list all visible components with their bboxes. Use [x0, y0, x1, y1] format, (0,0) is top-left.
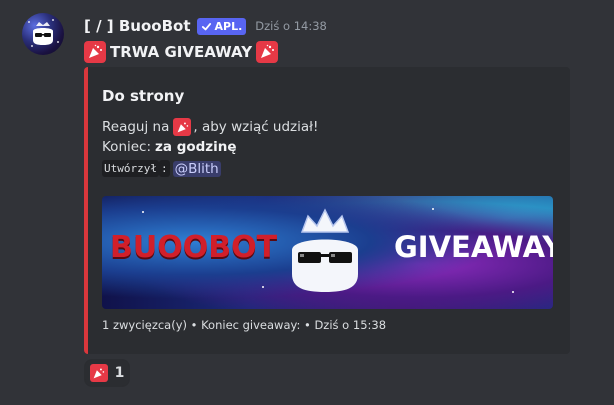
party-popper-icon [256, 41, 279, 63]
embed-react-line: Reaguj na , aby wziąć udział! [102, 118, 318, 136]
app-badge: APL. [196, 17, 247, 35]
app-badge-label: APL. [214, 19, 243, 33]
embed-creator-line: Utwórzył : @Blith [102, 160, 221, 177]
banner-giveaway-text: GIVEAWAY [394, 230, 553, 264]
banner-brand-text: BUOOBOT [110, 230, 278, 265]
party-popper-icon [84, 41, 106, 63]
reaction-button[interactable]: 1 [84, 359, 130, 387]
author-name[interactable]: [ / ] BuooBot [84, 17, 191, 35]
react-suffix: , aby wziąć udział! [193, 119, 319, 135]
giveaway-banner[interactable]: BUOOBOT GIVEAWAY [102, 196, 553, 309]
message-header: [ / ] BuooBot APL. Dziś o 14:38 [84, 17, 327, 35]
message-timestamp[interactable]: Dziś o 14:38 [255, 19, 327, 33]
reaction-count: 1 [114, 365, 125, 381]
giveaway-heading: TRWA GIVEAWAY [110, 43, 253, 61]
giveaway-embed: Do strony Reaguj na , aby wziąć udział! … [84, 67, 570, 354]
end-label: Koniec: [102, 139, 152, 155]
bot-avatar[interactable] [22, 13, 64, 55]
creator-mention[interactable]: @Blith [172, 160, 221, 177]
creator-label: Utwórzył [102, 160, 159, 177]
message-content: TRWA GIVEAWAY [84, 41, 279, 63]
bot-mascot-icon [33, 22, 53, 45]
end-value[interactable]: za godzinę [155, 139, 237, 155]
party-popper-icon [89, 364, 108, 382]
embed-end-line: Koniec: za godzinę [102, 139, 237, 155]
embed-footer: 1 zwycięzca(y) • Koniec giveaway: • Dziś… [102, 318, 387, 332]
check-icon [201, 22, 211, 30]
creator-colon: : [158, 160, 170, 177]
react-prefix: Reaguj na [102, 119, 170, 135]
bot-mascot-icon [292, 208, 358, 292]
embed-title: Do strony [102, 87, 185, 105]
party-popper-icon [173, 118, 192, 136]
